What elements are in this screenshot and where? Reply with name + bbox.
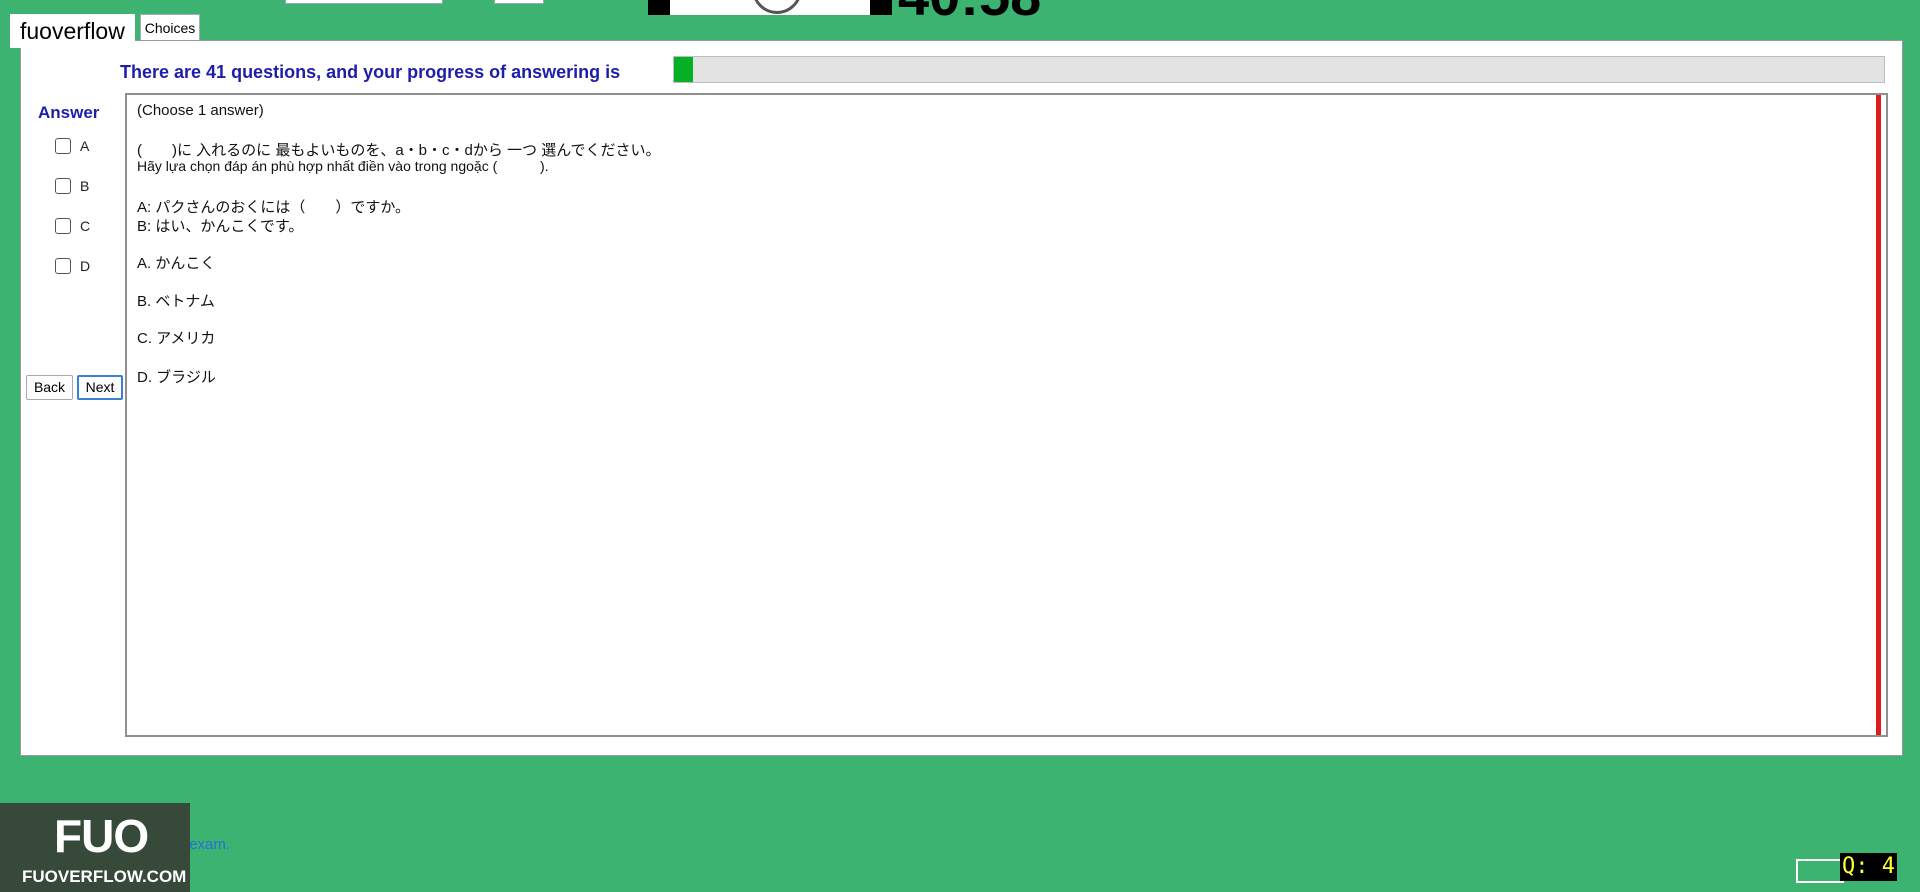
progress-bar-fill xyxy=(674,57,694,82)
choice-c: C. アメリカ xyxy=(137,327,215,348)
answer-option-d[interactable]: D xyxy=(55,258,90,274)
answer-option-b[interactable]: B xyxy=(55,178,89,194)
progress-label: There are 41 questions, and your progres… xyxy=(120,62,621,82)
question-prompt-japanese: ( )に 入れるのに 最もよいものを、a・b・c・dから 一つ 選んでください。 xyxy=(137,142,661,159)
dialog-line-b: B: はい、かんこくです。 xyxy=(137,218,304,235)
question-prompt-vietnamese: Hãy lựa chọn đáp án phù hợp nhất điền và… xyxy=(137,158,549,174)
next-button[interactable]: Next xyxy=(77,375,123,400)
scroll-indicator[interactable] xyxy=(1876,95,1881,735)
checkbox-d[interactable] xyxy=(55,258,71,274)
choice-letter-a: A. xyxy=(137,255,152,272)
choice-letter-d: D. xyxy=(137,369,152,386)
checkbox-a[interactable] xyxy=(55,138,71,154)
logo-mark: FUO xyxy=(54,810,149,862)
question-counter: Q: 4 xyxy=(1840,853,1897,881)
option-label-b: B xyxy=(80,178,90,194)
choice-text-b: ベトナム xyxy=(155,293,215,310)
countdown-timer: 40:58 xyxy=(898,0,1041,24)
question-instruction: (Choose 1 answer) xyxy=(137,102,264,119)
choice-letter-c: C. xyxy=(137,330,152,347)
top-image-banner xyxy=(648,0,892,15)
choice-b: B. ベトナム xyxy=(137,290,215,311)
answer-option-a[interactable]: A xyxy=(55,138,89,154)
progress-bar xyxy=(673,56,1885,83)
choice-a: A. かんこく xyxy=(137,252,215,273)
option-label-d: D xyxy=(80,258,91,274)
option-label-c: C xyxy=(80,218,91,234)
fuoverflow-logo: FUO FUOVERFLOW.COM xyxy=(0,803,190,892)
choice-d: D. ブラジル xyxy=(137,366,216,387)
answer-option-c[interactable]: C xyxy=(55,218,90,234)
back-button[interactable]: Back xyxy=(26,375,73,400)
choice-text-a: かんこく xyxy=(155,255,216,272)
choice-text-c: アメリカ xyxy=(156,330,216,347)
dialog-line-a: A: パクさんのおくには（ ）ですか。 xyxy=(137,199,411,216)
choice-letter-b: B. xyxy=(137,293,152,310)
question-counter-outline xyxy=(1796,859,1844,883)
question-content-box: (Choose 1 answer) ( )に 入れるのに 最もよいものを、a・b… xyxy=(125,93,1888,737)
logo-wordmark: FUOVERFLOW.COM xyxy=(22,867,187,886)
watermark-label: fuoverflow xyxy=(10,14,135,48)
checkbox-c[interactable] xyxy=(55,218,71,234)
top-small-field[interactable] xyxy=(494,0,544,4)
image-circle-shape xyxy=(752,0,802,14)
answer-heading: Answer xyxy=(38,103,100,122)
top-input-field[interactable] xyxy=(285,0,443,4)
option-label-a: A xyxy=(80,138,90,154)
choice-text-d: ブラジル xyxy=(156,369,216,386)
checkbox-b[interactable] xyxy=(55,178,71,194)
tab-choices[interactable]: Choices xyxy=(140,14,200,40)
